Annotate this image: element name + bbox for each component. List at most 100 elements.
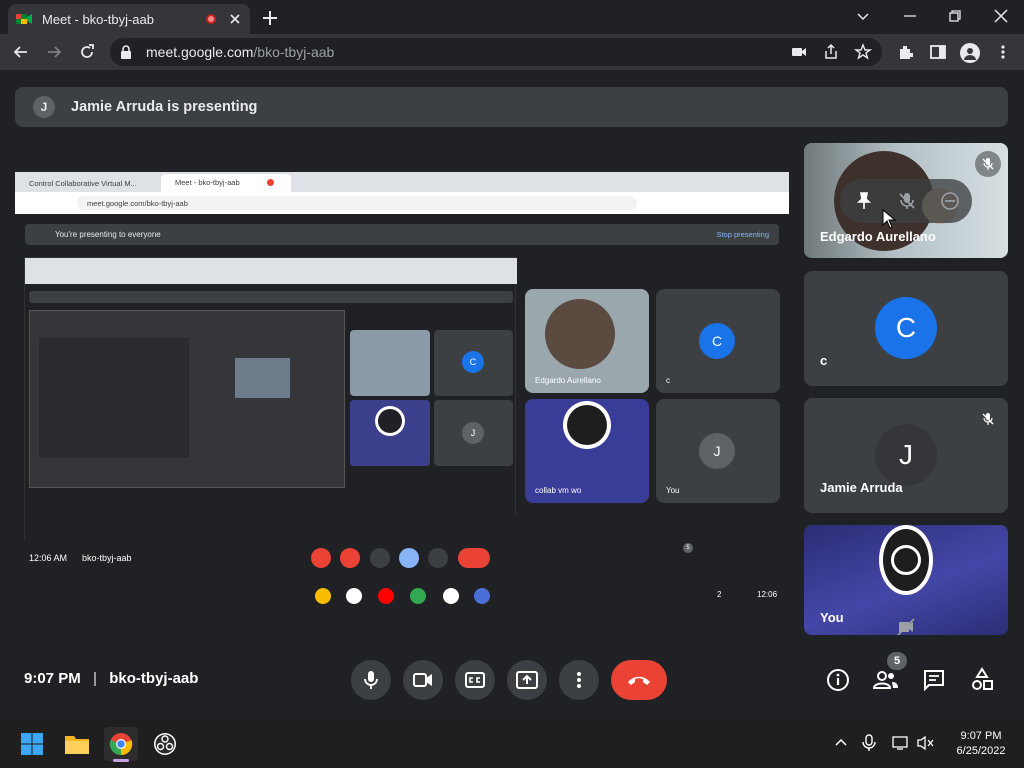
bookmark-star-icon[interactable] — [854, 43, 872, 61]
tile-hover-controls — [840, 179, 972, 223]
shared-presenting-text: You're presenting to everyone — [55, 230, 161, 239]
taskbar-clock[interactable]: 9:07 PM 6/25/2022 — [946, 729, 1016, 759]
forward-icon[interactable] — [45, 43, 63, 61]
activities-icon[interactable] — [970, 667, 994, 693]
reload-icon[interactable] — [78, 43, 96, 61]
network-icon[interactable] — [892, 735, 910, 751]
participant-tile-edgardo[interactable]: Edgardo Aurellano — [804, 143, 1008, 258]
participant-avatar: C — [875, 297, 937, 359]
meeting-info: 9:07 PM | bko-tbyj-aab — [24, 670, 199, 687]
shared-tile-edgardo: Edgardo Aurellano — [525, 289, 649, 393]
shared-tile-c: C c — [656, 289, 780, 393]
remove-participant-icon[interactable] — [940, 191, 960, 211]
tab-close-icon[interactable] — [228, 12, 242, 26]
mic-off-icon — [975, 151, 1001, 177]
minimize-icon[interactable] — [900, 6, 920, 26]
shared-tile-collab: collab vm wo — [525, 399, 649, 503]
new-tab-icon[interactable] — [260, 8, 280, 28]
captions-button[interactable] — [455, 660, 495, 700]
shared-tile-name: Edgardo Aurellano — [535, 376, 601, 385]
more-vert-icon — [577, 672, 581, 688]
camera-in-use-icon[interactable] — [790, 43, 808, 61]
show-hidden-icons-icon[interactable] — [834, 736, 848, 750]
microphone-tray-icon[interactable] — [862, 734, 876, 752]
url-host: meet.google.com — [146, 44, 254, 60]
present-now-icon — [516, 671, 538, 689]
presenting-banner: J Jamie Arruda is presenting — [15, 87, 1008, 127]
participant-name: c — [820, 353, 828, 368]
file-explorer-button[interactable] — [60, 727, 94, 761]
shared-rec-icon — [267, 179, 274, 186]
people-icon — [872, 671, 898, 689]
windows-logo-icon — [21, 733, 43, 755]
chat-icon[interactable] — [922, 668, 946, 692]
taskbar-date: 6/25/2022 — [956, 745, 1006, 757]
meeting-details-icon[interactable] — [826, 668, 850, 692]
shared-tab-1: Control Collaborative Virtual M... — [29, 179, 137, 188]
obs-logo-icon — [879, 525, 933, 595]
shared-cc-icon — [370, 548, 390, 568]
window-close-icon[interactable] — [991, 6, 1011, 26]
address-bar[interactable]: meet.google.com/bko-tbyj-aab — [110, 38, 882, 66]
camera-off-icon — [897, 618, 915, 635]
chrome-icon — [109, 733, 133, 756]
mic-off-icon — [975, 406, 1001, 432]
url-path: /bko-tbyj-aab — [253, 44, 335, 60]
pin-icon[interactable] — [854, 191, 874, 211]
shared-screen: Control Collaborative Virtual M... Meet … — [15, 172, 789, 612]
obs-taskbar-button[interactable] — [148, 727, 182, 761]
chrome-taskbar-button[interactable] — [104, 727, 138, 761]
shared-stop-presenting: Stop presenting — [716, 230, 769, 239]
participant-tile-jamie[interactable]: J Jamie Arruda — [804, 398, 1008, 513]
leave-call-button[interactable] — [611, 660, 667, 700]
shared-taskbar-badge: 2 — [717, 590, 722, 599]
presenting-text: Jamie Arruda is presenting — [71, 99, 258, 115]
shared-taskbar-time: 12:06 — [757, 590, 778, 599]
mic-button[interactable] — [351, 660, 391, 700]
presenter-avatar: J — [33, 96, 55, 118]
shared-cam-off-icon — [340, 548, 360, 568]
obs-icon — [154, 733, 176, 755]
meeting-code: bko-tbyj-aab — [109, 670, 199, 687]
participant-tile-you[interactable]: You — [804, 525, 1008, 635]
shared-present-icon — [399, 548, 419, 568]
lock-icon — [121, 45, 131, 59]
profile-avatar[interactable] — [960, 43, 980, 63]
start-button[interactable] — [15, 727, 49, 761]
shared-meeting-time: 12:06 AM — [29, 553, 68, 563]
side-panel-icon[interactable] — [929, 43, 947, 61]
more-options-button[interactable] — [559, 660, 599, 700]
people-button[interactable] — [872, 668, 900, 692]
participant-count-badge: 5 — [887, 652, 907, 670]
meet-favicon-icon — [16, 14, 32, 24]
camera-button[interactable] — [403, 660, 443, 700]
browser-tab[interactable]: Meet - bko-tbyj-aab — [8, 4, 250, 34]
extensions-icon[interactable] — [897, 43, 915, 61]
shared-more-icon — [428, 548, 448, 568]
mic-icon — [364, 671, 378, 689]
shared-taskbar: 2 12:06 — [15, 584, 789, 608]
recording-indicator-icon — [206, 14, 216, 24]
volume-muted-icon[interactable] — [917, 735, 935, 751]
mute-participant-icon[interactable] — [897, 191, 917, 211]
tab-search-icon[interactable] — [853, 6, 873, 26]
tab-title: Meet - bko-tbyj-aab — [42, 11, 154, 27]
shared-tab-bar: Control Collaborative Virtual M... Meet … — [15, 172, 789, 192]
participant-name: You — [820, 610, 844, 625]
shared-tile-avatar: J — [699, 433, 735, 469]
back-icon[interactable] — [12, 43, 30, 61]
shared-tile-you: J You — [656, 399, 780, 503]
present-button[interactable] — [507, 660, 547, 700]
restore-icon[interactable] — [945, 6, 965, 26]
shared-people-count: 5 — [683, 543, 693, 553]
shared-tile-name: You — [666, 486, 680, 495]
nested-shared-screen: C J — [24, 257, 517, 540]
participant-avatar: J — [875, 424, 937, 486]
participant-tile-c[interactable]: C c — [804, 271, 1008, 386]
captions-icon — [465, 672, 485, 688]
browser-menu-icon[interactable] — [994, 43, 1012, 61]
shared-tile-name: c — [666, 376, 670, 385]
folder-icon — [65, 736, 89, 754]
camera-icon — [413, 673, 432, 687]
share-icon[interactable] — [822, 43, 840, 61]
